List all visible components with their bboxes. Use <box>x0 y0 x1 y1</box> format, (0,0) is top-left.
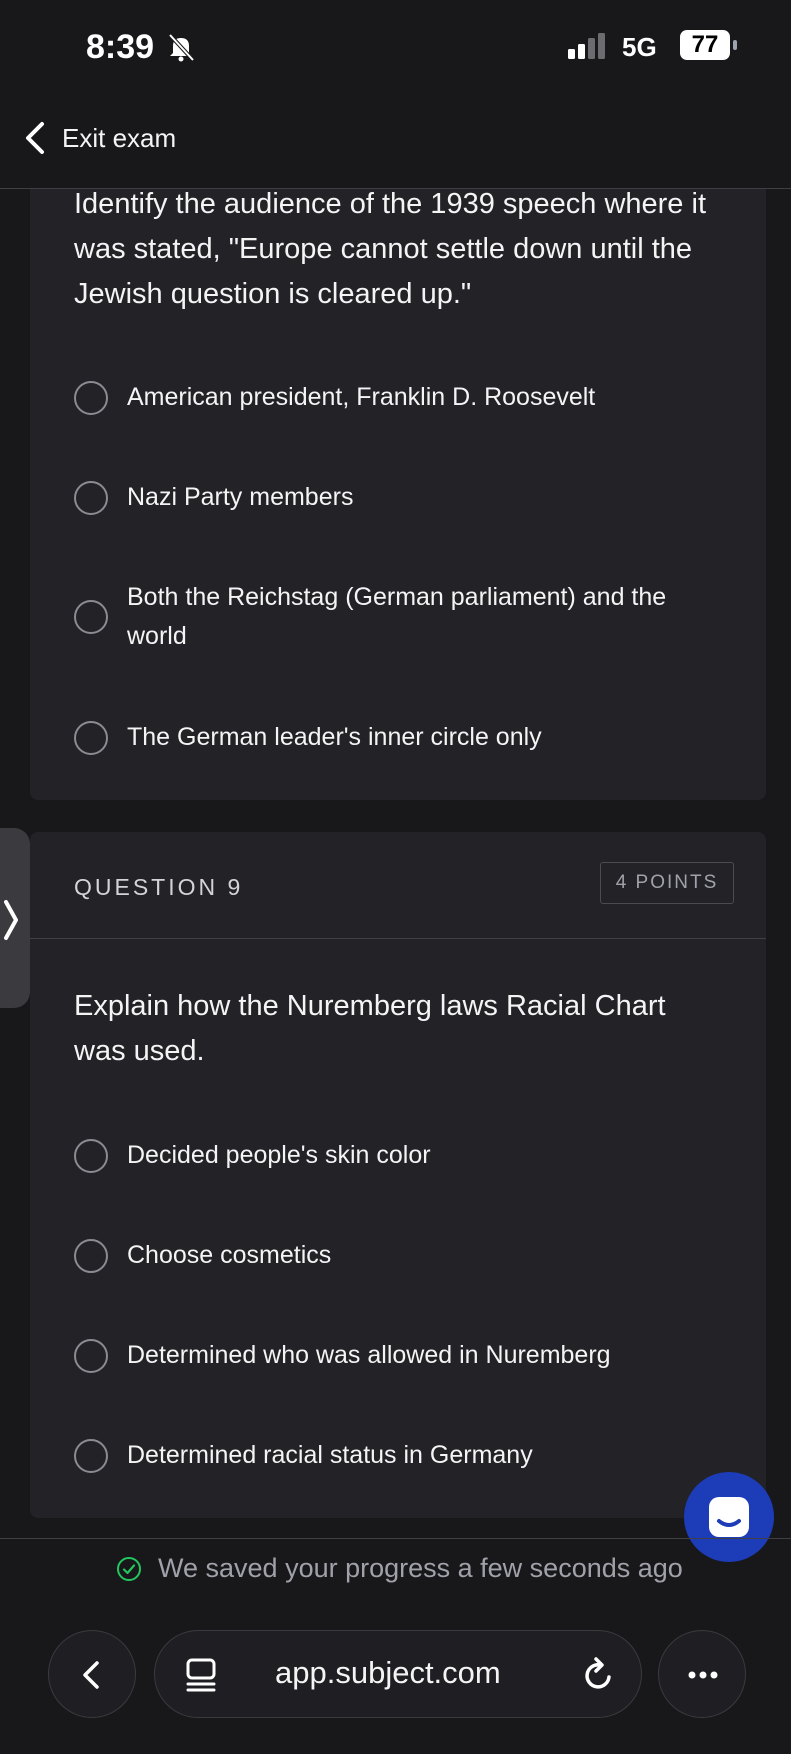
radio-button[interactable] <box>74 1338 108 1373</box>
question-8-text: Identify the audience of the 1939 speech… <box>74 188 706 310</box>
battery-tip <box>733 40 737 50</box>
question-9-card: QUESTION 9 4 POINTS Explain how the Nure… <box>30 832 766 1518</box>
browser-back-button[interactable] <box>48 1630 136 1718</box>
option-9c[interactable]: Determined who was allowed in Nuremberg <box>74 1336 734 1375</box>
address-bar[interactable]: app.subject.com <box>154 1630 642 1718</box>
radio-button[interactable] <box>74 1138 108 1173</box>
question-number: QUESTION 9 <box>74 874 244 900</box>
status-bar: 8:39 5G 77 <box>0 0 791 92</box>
option-label: Choose cosmetics <box>127 1241 332 1269</box>
more-icon <box>688 1671 718 1679</box>
chevron-right-icon <box>4 900 18 940</box>
battery-level: 77 <box>680 30 730 60</box>
side-drawer-handle[interactable] <box>0 828 30 1008</box>
points-badge: 4 POINTS <box>600 862 734 904</box>
radio-button[interactable] <box>74 1238 108 1273</box>
check-circle-icon <box>117 1556 141 1581</box>
radio-button[interactable] <box>74 1438 108 1473</box>
option-label: The German leader's inner circle only <box>127 723 542 751</box>
question-9-text: Explain how the Nuremberg laws Racial Ch… <box>74 990 666 1067</box>
option-8b[interactable]: Nazi Party members <box>74 478 734 517</box>
option-label: American president, Franklin D. Roosevel… <box>127 383 596 411</box>
battery-icon: 77 <box>680 30 738 62</box>
option-label: Nazi Party members <box>127 483 354 511</box>
tabs-icon[interactable] <box>183 1655 219 1695</box>
footer-divider <box>0 1538 791 1539</box>
option-8a[interactable]: American president, Franklin D. Roosevel… <box>74 378 734 417</box>
radio-button[interactable] <box>74 600 108 634</box>
network-label: 5G <box>622 32 657 62</box>
divider <box>30 938 766 939</box>
chevron-left-icon <box>26 122 44 154</box>
url-text[interactable]: app.subject.com <box>275 1655 501 1691</box>
option-9b[interactable]: Choose cosmetics <box>74 1236 734 1275</box>
option-9a[interactable]: Decided people's skin color <box>74 1136 734 1175</box>
radio-button[interactable] <box>74 480 108 515</box>
radio-button[interactable] <box>74 380 108 415</box>
option-label: Determined who was allowed in Nuremberg <box>127 1341 611 1369</box>
question-8-card: Identify the audience of the 1939 speech… <box>30 160 766 800</box>
radio-button[interactable] <box>74 720 108 755</box>
signal-icon <box>568 33 605 59</box>
option-label: Decided people's skin color <box>127 1141 431 1169</box>
exit-exam-button[interactable]: Exit exam <box>22 120 176 156</box>
option-8c[interactable]: Both the Reichstag (German parliament) a… <box>74 578 734 656</box>
chat-icon <box>709 1497 749 1537</box>
exit-exam-label: Exit exam <box>62 122 177 153</box>
bell-off-icon <box>168 33 195 62</box>
more-options-button[interactable] <box>658 1630 746 1718</box>
save-status: We saved your progress a few seconds ago <box>116 1553 683 1584</box>
chat-button[interactable] <box>684 1472 774 1562</box>
option-label: Both the Reichstag (German parliament) a… <box>127 583 667 650</box>
option-8d[interactable]: The German leader's inner circle only <box>74 718 734 757</box>
option-label: Determined racial status in Germany <box>127 1441 533 1469</box>
reload-icon[interactable] <box>579 1655 617 1695</box>
option-9d[interactable]: Determined racial status in Germany <box>74 1436 734 1475</box>
exam-header: Exit exam <box>0 92 791 189</box>
save-status-text: We saved your progress a few seconds ago <box>158 1553 683 1583</box>
chevron-left-icon <box>83 1661 99 1689</box>
status-time: 8:39 <box>86 28 155 66</box>
